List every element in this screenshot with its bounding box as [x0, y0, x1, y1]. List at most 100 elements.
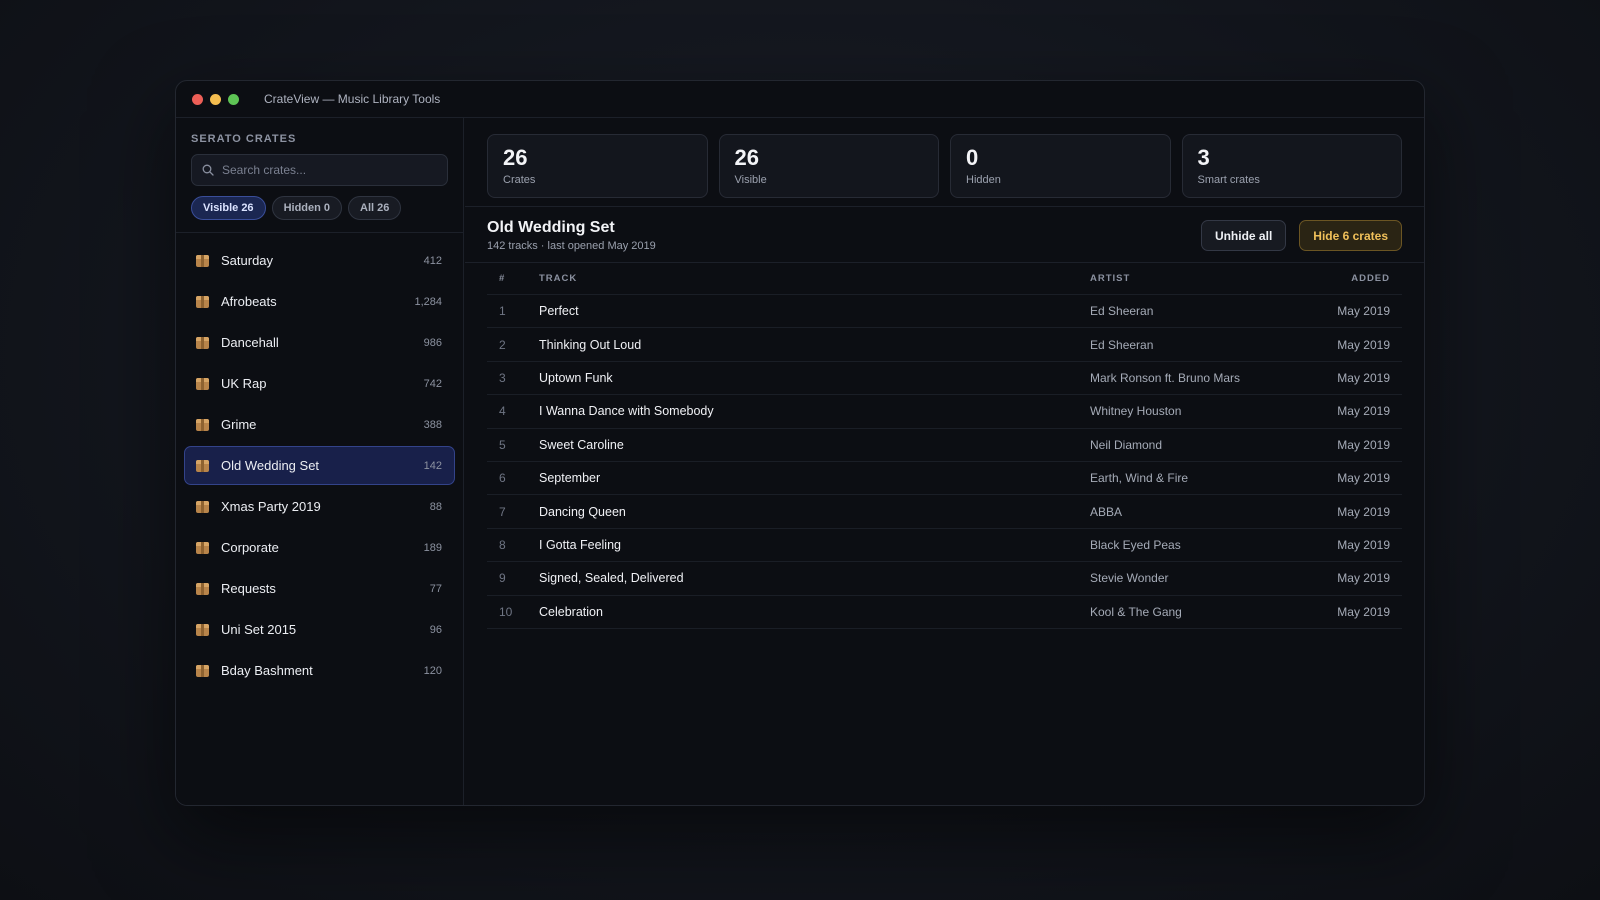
track-number: 7	[499, 504, 506, 519]
track-table: # TRACK ARTIST ADDED 1 Perfect Ed Sheeran M…	[465, 263, 1424, 629]
crate-item[interactable]: Bday Bashment 120	[184, 651, 455, 690]
crate-icon	[196, 418, 209, 431]
table-row[interactable]: 2 Thinking Out Loud Ed Sheeran May 2019	[487, 328, 1402, 362]
crate-icon	[196, 582, 209, 595]
track-title: I Gotta Feeling	[539, 537, 621, 552]
track-title: Uptown Funk	[539, 370, 613, 385]
maximize-window-button[interactable]	[228, 93, 239, 105]
crate-item[interactable]: Corporate 189	[184, 528, 455, 567]
crate-item[interactable]: Uni Set 2015 96	[184, 610, 455, 649]
crate-count: 986	[423, 336, 442, 349]
track-artist: Whitney Houston	[1090, 404, 1182, 419]
crate-icon	[196, 254, 209, 267]
track-number: 10	[499, 604, 513, 619]
table-row[interactable]: 3 Uptown Funk Mark Ronson ft. Bruno Mars Ma…	[487, 362, 1402, 396]
search-box[interactable]	[191, 154, 448, 186]
table-row[interactable]: 10 Celebration Kool & The Gang May 2019	[487, 596, 1402, 629]
column-header-added[interactable]: ADDED	[1286, 273, 1402, 284]
track-title: Thinking Out Loud	[539, 337, 642, 352]
stat-card-crates: 26 Crates	[487, 134, 708, 198]
track-artist: Stevie Wonder	[1090, 571, 1169, 586]
crate-item[interactable]: Requests 77	[184, 569, 455, 608]
stat-value: 26	[734, 145, 759, 170]
table-row[interactable]: 1 Perfect Ed Sheeran May 2019	[487, 295, 1402, 329]
track-title: Dancing Queen	[539, 504, 626, 519]
stat-value: 3	[1197, 145, 1210, 170]
stat-card-visible: 26 Visible	[718, 134, 939, 198]
stat-label: Hidden	[966, 174, 1001, 186]
crate-item[interactable]: UK Rap 742	[184, 364, 455, 403]
track-added: May 2019	[1337, 537, 1390, 552]
track-title: Perfect	[539, 304, 579, 319]
track-number: 3	[499, 370, 506, 385]
track-artist: Mark Ronson ft. Bruno Mars	[1090, 370, 1241, 385]
track-title: I Wanna Dance with Somebody	[539, 404, 714, 419]
track-added: May 2019	[1337, 604, 1390, 619]
crate-name: Corporate	[221, 540, 279, 555]
track-added: May 2019	[1337, 404, 1390, 419]
crate-item[interactable]: Dancehall 986	[184, 323, 455, 362]
crate-count: 1,284	[414, 295, 442, 308]
crate-item[interactable]: Grime 388	[184, 405, 455, 444]
crate-subtitle: 142 tracks · last opened May 2019	[487, 240, 656, 252]
crate-icon	[196, 500, 209, 513]
track-artist: Ed Sheeran	[1090, 304, 1154, 319]
table-row[interactable]: 5 Sweet Caroline Neil Diamond May 2019	[487, 429, 1402, 462]
crate-list: Saturday 412 Afrobeats 1,284 Dancehall 986 UK …	[176, 233, 463, 690]
column-header-number[interactable]: #	[487, 273, 539, 284]
crate-name: Bday Bashment	[221, 663, 313, 678]
crate-name: Saturday	[221, 253, 274, 268]
stat-card-hidden: 0 Hidden	[950, 134, 1171, 198]
stat-value: 26	[503, 145, 528, 170]
track-number: 2	[499, 337, 506, 352]
crate-header: Old Wedding Set 142 tracks · last opened…	[465, 207, 1424, 263]
track-added: May 2019	[1337, 437, 1390, 452]
crate-count: 77	[429, 582, 442, 595]
table-header: # TRACK ARTIST ADDED	[487, 263, 1402, 295]
crate-count: 142	[423, 459, 442, 472]
track-number: 1	[499, 304, 506, 319]
table-row[interactable]: 7 Dancing Queen ABBA May 2019	[487, 495, 1402, 529]
crate-item[interactable]: Xmas Party 2019 88	[184, 487, 455, 526]
track-added: May 2019	[1337, 337, 1390, 352]
hide-crates-button[interactable]: Hide 6 crates	[1299, 220, 1402, 251]
crate-icon	[196, 377, 209, 390]
search-input[interactable]	[222, 163, 422, 177]
crate-item[interactable]: Saturday 412	[184, 241, 455, 280]
crate-count: 120	[423, 664, 442, 677]
title-bar: CrateView — Music Library Tools	[176, 81, 1424, 118]
column-header-track[interactable]: TRACK	[539, 273, 1090, 284]
crate-title: Old Wedding Set	[487, 219, 615, 236]
crate-count: 742	[423, 377, 442, 390]
crate-icon	[196, 295, 209, 308]
unhide-all-button[interactable]: Unhide all	[1200, 220, 1287, 251]
track-added: May 2019	[1337, 471, 1390, 486]
filter-hidden-chip[interactable]: Hidden 0	[271, 196, 343, 220]
crate-name: Old Wedding Set	[221, 458, 320, 473]
track-added: May 2019	[1337, 504, 1390, 519]
crate-name: Uni Set 2015	[221, 622, 297, 637]
stat-label: Visible	[734, 174, 767, 186]
track-added: May 2019	[1337, 370, 1390, 385]
table-row[interactable]: 4 I Wanna Dance with Somebody Whitney Hous…	[487, 395, 1402, 429]
crate-item[interactable]: Old Wedding Set 142	[184, 446, 455, 485]
table-row[interactable]: 9 Signed, Sealed, Delivered Stevie Wonder M…	[487, 562, 1402, 596]
crate-icon	[196, 336, 209, 349]
track-artist: Earth, Wind & Fire	[1090, 471, 1189, 486]
crate-name: Xmas Party 2019	[221, 499, 321, 514]
crate-item[interactable]: Afrobeats 1,284	[184, 282, 455, 321]
table-row[interactable]: 8 I Gotta Feeling Black Eyed Peas May 2019	[487, 529, 1402, 563]
table-row[interactable]: 6 September Earth, Wind & Fire May 2019	[487, 462, 1402, 496]
crate-icon	[196, 664, 209, 677]
track-artist: Black Eyed Peas	[1090, 537, 1181, 552]
app-window: CrateView — Music Library Tools SERATO C…	[175, 80, 1425, 806]
stat-value: 0	[966, 145, 979, 170]
track-artist: ABBA	[1090, 504, 1123, 519]
track-number: 6	[499, 471, 506, 486]
filter-visible-chip[interactable]: Visible 26	[191, 196, 266, 220]
filter-all-chip[interactable]: All 26	[348, 196, 402, 220]
minimize-window-button[interactable]	[210, 93, 221, 105]
column-header-artist[interactable]: ARTIST	[1090, 273, 1286, 284]
crate-name: Grime	[221, 417, 257, 432]
close-window-button[interactable]	[192, 93, 203, 105]
